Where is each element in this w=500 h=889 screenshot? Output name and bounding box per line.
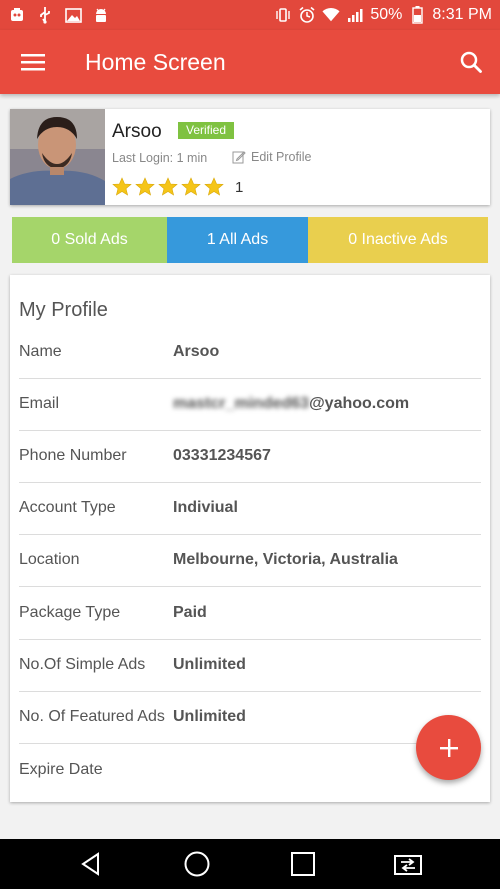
info-label: Account Type (19, 499, 116, 516)
edit-profile-link[interactable]: Edit Profile (232, 150, 311, 164)
alarm-icon (298, 6, 316, 24)
info-row-name: Name Arsoo (19, 327, 481, 379)
info-row-phone: Phone Number 03331234567 (19, 431, 481, 483)
image-icon (64, 6, 82, 24)
star-icon (135, 177, 155, 196)
email-domain: @yahoo.com (309, 395, 410, 412)
search-icon (460, 51, 482, 73)
info-label: Name (19, 343, 62, 360)
info-row-simple-ads: No.Of Simple Ads Unlimited (19, 640, 481, 692)
android-icon (92, 6, 110, 24)
my-profile-card: My Profile Name Arsoo Email mastcr_minde… (10, 275, 490, 802)
star-icon (158, 177, 178, 196)
star-icon (112, 177, 132, 196)
menu-button[interactable] (18, 48, 48, 76)
info-value: Arsoo (173, 343, 220, 360)
battery-percent: 50% (370, 6, 403, 23)
hamburger-icon (21, 54, 45, 71)
rating-stars (112, 177, 224, 197)
info-value: Unlimited (173, 708, 246, 725)
edit-profile-label: Edit Profile (251, 150, 312, 164)
back-icon (81, 852, 99, 876)
status-right-icons: 50% 8:31 PM (274, 4, 492, 26)
info-label: Expire Date (19, 761, 103, 778)
profile-card: Arsoo Verified Last Login: 1 min Edit Pr… (10, 109, 490, 205)
info-value: Melbourne, Victoria, Australia (173, 551, 398, 568)
info-row-email: Email mastcr_minded63@yahoo.com (19, 379, 481, 431)
switch-app-icon (394, 855, 422, 875)
recents-button[interactable] (288, 849, 318, 879)
info-label: Phone Number (19, 447, 127, 464)
user-name: Arsoo (112, 121, 162, 142)
plus-icon (439, 738, 458, 757)
info-value: Indiviual (173, 499, 238, 516)
search-button[interactable] (456, 47, 486, 77)
notification-app-icon (8, 6, 26, 24)
email-blurred-part: mastcr_minded63 (173, 395, 310, 412)
usb-icon (36, 6, 54, 24)
info-label: No. Of Featured Ads (19, 708, 165, 725)
recents-icon (291, 852, 315, 876)
verified-badge: Verified (178, 122, 235, 139)
info-value: Unlimited (173, 656, 246, 673)
vibrate-icon (274, 6, 292, 24)
back-button[interactable] (76, 849, 106, 879)
star-icon (204, 177, 224, 196)
info-label: Location (19, 551, 80, 568)
info-value: Paid (173, 604, 207, 621)
page-title: Home Screen (85, 49, 226, 75)
info-label: Package Type (19, 604, 121, 621)
home-button[interactable] (182, 849, 212, 879)
ads-stats: 0 Sold Ads 1 All Ads 0 Inactive Ads (12, 217, 488, 263)
inactive-ads-tab[interactable]: 0 Inactive Ads (308, 217, 488, 263)
info-label: No.Of Simple Ads (19, 656, 146, 673)
battery-icon (408, 6, 426, 24)
star-icon (181, 177, 201, 196)
signal-icon (346, 6, 364, 24)
info-row-account-type: Account Type Indiviual (19, 483, 481, 535)
all-ads-tab[interactable]: 1 All Ads (167, 217, 308, 263)
switch-app-button[interactable] (393, 849, 423, 879)
info-row-location: Location Melbourne, Victoria, Australia (19, 535, 481, 587)
add-ad-button[interactable] (416, 715, 481, 780)
info-row-expire-date: Expire Date (19, 745, 481, 797)
info-label: Email (19, 395, 60, 412)
info-value: mastcr_minded63@yahoo.com (173, 395, 409, 413)
clock: 8:31 PM (432, 6, 492, 23)
status-left-icons (8, 4, 110, 26)
edit-icon (232, 151, 246, 164)
section-title: My Profile (19, 299, 108, 321)
wifi-icon (322, 6, 340, 24)
info-row-package-type: Package Type Paid (19, 588, 481, 640)
status-bar: 50% 8:31 PM (0, 0, 500, 30)
home-icon (184, 851, 210, 877)
system-nav-bar (0, 839, 500, 889)
app-bar: Home Screen (0, 30, 500, 94)
avatar[interactable] (10, 109, 105, 205)
sold-ads-tab[interactable]: 0 Sold Ads (12, 217, 167, 263)
rating-count: 1 (235, 179, 244, 196)
last-login: Last Login: 1 min (112, 151, 208, 165)
info-value: 03331234567 (173, 447, 271, 464)
info-row-featured-ads: No. Of Featured Ads Unlimited (19, 692, 481, 744)
